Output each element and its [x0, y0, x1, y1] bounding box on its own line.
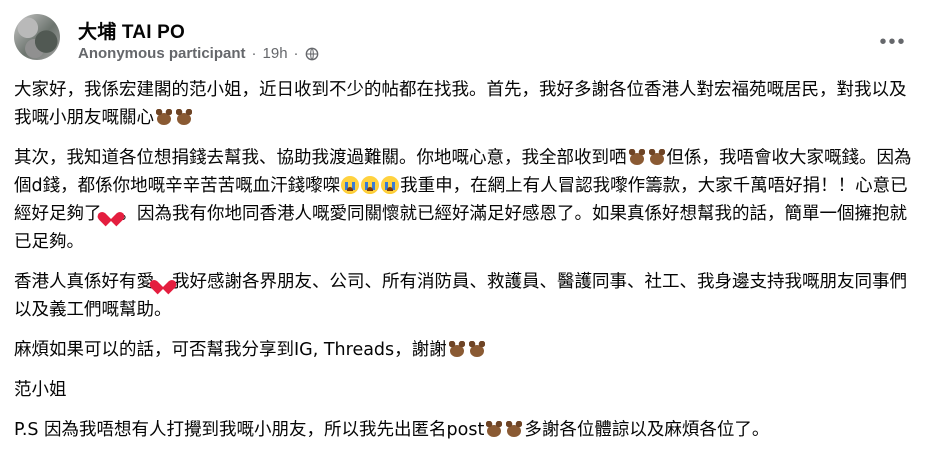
post-header: 大埔 TAI PO Anonymous participant · 19h · … — [8, 8, 929, 68]
bear-emoji-icon — [155, 108, 173, 126]
meta-separator: · — [251, 45, 257, 62]
post-meta: Anonymous participant · 19h · — [78, 45, 319, 62]
author-name[interactable]: Anonymous participant — [78, 45, 246, 62]
facebook-post: 大埔 TAI PO Anonymous participant · 19h · … — [0, 0, 929, 440]
paragraph-text: 其次，我知道各位想捐錢去幫我、協助我渡過難關。你地嘅心意，我全部收到哂 — [14, 148, 627, 168]
bear-emoji-icon — [628, 148, 646, 166]
red-heart-emoji-icon — [155, 274, 171, 289]
bear-emoji-icon — [505, 420, 523, 438]
crying-face-emoji-icon — [381, 176, 400, 194]
crying-face-emoji-icon — [361, 176, 380, 194]
red-heart-emoji-icon — [103, 206, 119, 221]
bear-emoji-icon — [485, 420, 503, 438]
bear-emoji-icon — [468, 340, 486, 358]
post-paragraph: 香港人真係好有愛 我好感謝各界朋友、公司、所有消防員、救護員、醫護同事、社工、我身… — [14, 268, 914, 324]
avatar[interactable] — [14, 14, 60, 60]
post-paragraph: 其次，我知道各位想捐錢去幫我、協助我渡過難關。你地嘅心意，我全部收到哂 但係，我唔… — [14, 144, 914, 256]
globe-icon[interactable] — [305, 47, 319, 61]
post-paragraph: 大家好，我係宏建閣的范小姐，近日收到不少的帖都在找我。首先，我好多謝各位香港人對… — [14, 76, 914, 132]
crying-face-emoji-icon — [341, 176, 360, 194]
meta-separator-2: · — [293, 45, 299, 62]
post-time[interactable]: 19h — [263, 45, 288, 62]
bear-emoji-icon — [175, 108, 193, 126]
more-options-icon[interactable]: ••• — [877, 30, 909, 54]
group-name[interactable]: 大埔 TAI PO — [78, 17, 185, 44]
paragraph-text: 范小姐 — [14, 380, 67, 400]
paragraph-text: 香港人真係好有愛 — [14, 272, 154, 292]
paragraph-text: 大家好，我係宏建閣的范小姐，近日收到不少的帖都在找我。首先，我好多謝各位香港人對… — [14, 80, 907, 128]
post-body: 大家好，我係宏建閣的范小姐，近日收到不少的帖都在找我。首先，我好多謝各位香港人對… — [14, 76, 914, 456]
bear-emoji-icon — [448, 340, 466, 358]
post-paragraph: 范小姐 — [14, 376, 914, 404]
paragraph-text: 多謝各位體諒以及麻煩各位了。 — [524, 420, 770, 440]
paragraph-text: 麻煩如果可以的話，可否幫我分享到IG, Threads，謝謝 — [14, 340, 447, 360]
post-paragraph: P.S 因為我唔想有人打攪到我嘅小朋友，所以我先出匿名post 多謝各位體諒以及麻… — [14, 416, 914, 444]
paragraph-text: P.S 因為我唔想有人打攪到我嘅小朋友，所以我先出匿名post — [14, 420, 485, 440]
paragraph-text: 。因為我有你地同香港人嘅愛同關懷就已經好滿足好感恩了。如果真係好想幫我的話，簡單… — [14, 204, 907, 252]
post-paragraph: 麻煩如果可以的話，可否幫我分享到IG, Threads，謝謝 — [14, 336, 914, 364]
bear-emoji-icon — [648, 148, 666, 166]
